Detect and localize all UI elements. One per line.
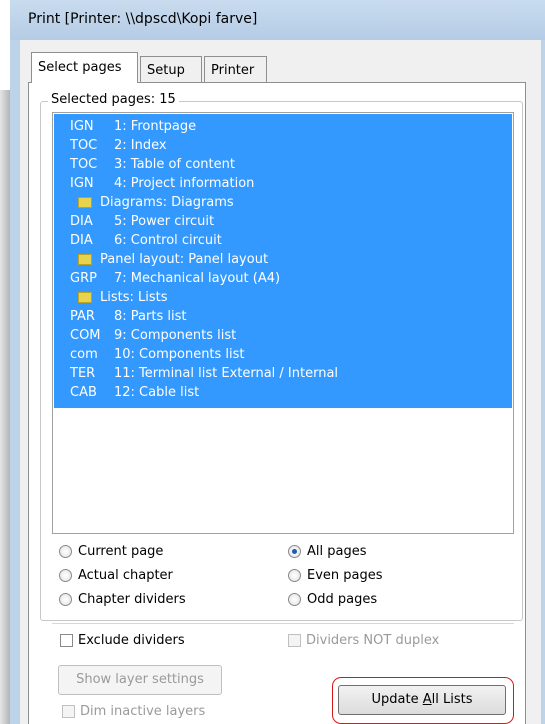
- page-type-code: com: [70, 347, 98, 362]
- page-type-code: DIA: [70, 214, 93, 229]
- divider: [52, 623, 514, 624]
- page-label: 4: Project information: [114, 176, 255, 191]
- folder-label: Panel layout: Panel layout: [100, 252, 269, 267]
- page-label: 6: Control circuit: [114, 233, 222, 248]
- button-label-prefix: Update: [371, 692, 423, 707]
- page-label: 1: Frontpage: [114, 119, 197, 134]
- folder-icon: [78, 292, 92, 303]
- page-type-code: TOC: [70, 157, 98, 172]
- checkbox-box: [60, 634, 73, 647]
- window-title: Print [Printer: \\dpscd\Kopi farve]: [28, 11, 258, 27]
- radio-label: Odd pages: [307, 592, 378, 607]
- selected-pages-count: Selected pages: 15: [48, 92, 179, 107]
- page-label: 7: Mechanical layout (A4): [114, 271, 281, 286]
- folder-icon: [78, 254, 92, 265]
- page-type-code: COM: [70, 328, 101, 343]
- page-type-code: CAB: [70, 385, 97, 400]
- page-label: 10: Components list: [114, 347, 245, 362]
- radio-indicator: [288, 593, 301, 606]
- update-all-lists-button[interactable]: Update All Lists: [338, 685, 506, 715]
- radio-label: Actual chapter: [78, 568, 173, 583]
- radio-indicator: [59, 593, 72, 606]
- checkbox-label: Dim inactive layers: [80, 704, 206, 719]
- folder-label: Diagrams: Diagrams: [100, 195, 234, 210]
- page-label: 5: Power circuit: [114, 214, 215, 229]
- button-label-suffix: ll Lists: [431, 692, 473, 707]
- page-type-code: TER: [70, 366, 96, 381]
- page-type-code: TOC: [70, 138, 98, 153]
- tab-select-pages[interactable]: Select pages: [31, 52, 138, 83]
- radio-label: Current page: [78, 544, 164, 559]
- tab-setup[interactable]: Setup: [140, 56, 202, 82]
- folder-icon: [78, 197, 92, 208]
- page-label: 9: Components list: [114, 328, 237, 343]
- page-type-code: DIA: [70, 233, 93, 248]
- radio-label: Chapter dividers: [78, 592, 186, 607]
- title-bar[interactable]: Print [Printer: \\dpscd\Kopi farve]: [10, 0, 545, 40]
- tab-printer[interactable]: Printer: [204, 56, 267, 82]
- radio-label: All pages: [307, 544, 367, 559]
- page-type-code: PAR: [70, 309, 95, 324]
- page-type-code: GRP: [70, 271, 97, 286]
- page-type-code: IGN: [70, 176, 94, 191]
- button-label-accelerator: A: [422, 692, 432, 707]
- page-label: 12: Cable list: [114, 385, 200, 400]
- radio-label: Even pages: [307, 568, 383, 583]
- radio-indicator: [59, 545, 72, 558]
- page-label: 3: Table of content: [114, 157, 235, 172]
- background-window-edge: [0, 90, 10, 724]
- checkbox-label: Exclude dividers: [78, 633, 185, 648]
- checkbox-label: Dividers NOT duplex: [306, 633, 440, 648]
- page-label: 8: Parts list: [114, 309, 187, 324]
- radio-indicator-selected: [288, 545, 301, 558]
- radio-indicator: [59, 569, 72, 582]
- show-layer-settings-button[interactable]: Show layer settings: [58, 665, 222, 695]
- checkbox-box: [62, 705, 75, 718]
- page-type-code: IGN: [70, 119, 94, 134]
- radio-indicator: [288, 569, 301, 582]
- checkbox-box: [288, 634, 301, 647]
- page-label: 11: Terminal list External / Internal: [114, 366, 339, 381]
- page-label: 2: Index: [114, 138, 167, 153]
- folder-label: Lists: Lists: [100, 290, 168, 305]
